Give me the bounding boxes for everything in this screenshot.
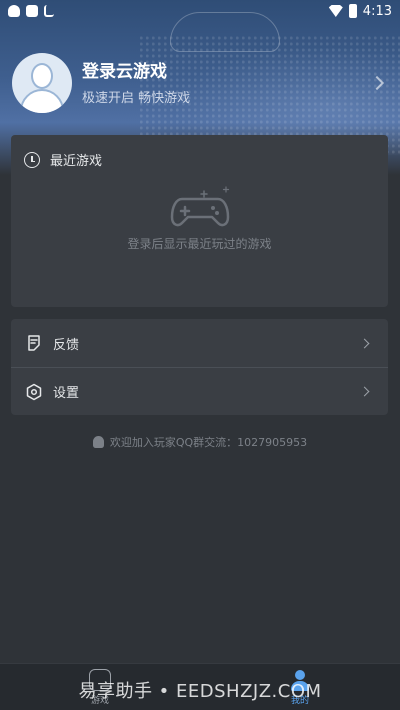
avatar[interactable]: [12, 53, 72, 113]
menu-item-settings[interactable]: 设置: [11, 367, 388, 415]
status-time: 4:13: [362, 3, 392, 19]
menu-item-label: 设置: [53, 386, 80, 401]
wifi-icon: [328, 5, 343, 17]
qq-group-text: 欢迎加入玩家QQ群交流：1027905953: [109, 436, 308, 449]
recent-games-empty-text: 登录后显示最近玩过的游戏: [127, 237, 272, 251]
gamepad-icon: [170, 185, 229, 227]
status-bar: 4:13: [0, 0, 400, 22]
clock-icon: [24, 151, 40, 168]
menu-item-feedback[interactable]: 反馈: [11, 319, 388, 367]
game-icon: [89, 668, 111, 691]
battery-icon: [348, 4, 357, 18]
tab-profile[interactable]: 我的: [200, 664, 400, 710]
notification-icon: [26, 5, 38, 17]
recent-games-card: 最近游戏 登录后显示最近玩过的游戏: [11, 135, 388, 307]
tab-games[interactable]: 游戏: [0, 664, 200, 710]
login-title: 登录云游戏: [82, 62, 167, 82]
recent-games-empty-state: 登录后显示最近玩过的游戏: [11, 185, 388, 252]
bottom-navigation: 游戏 我的: [0, 663, 400, 710]
qq-icon: [92, 436, 104, 448]
chevron-right-icon: [369, 75, 385, 91]
tab-games-label: 游戏: [90, 695, 109, 706]
qq-group-info: 欢迎加入玩家QQ群交流：1027905953: [0, 434, 400, 450]
tab-profile-label: 我的: [290, 695, 309, 706]
feedback-icon: [25, 334, 43, 352]
settings-icon: [25, 383, 43, 401]
login-subtitle: 极速开启 畅快游戏: [82, 91, 191, 106]
menu-item-label: 反馈: [53, 337, 80, 353]
chevron-right-icon: [359, 386, 370, 397]
menu-card: 反馈 设置: [11, 319, 388, 415]
chevron-right-icon: [359, 338, 370, 348]
login-profile-row[interactable]: 登录云游戏 极速开启 畅快游戏: [12, 49, 388, 117]
qq-notification-icon: [8, 5, 20, 17]
profile-icon: [289, 669, 311, 691]
recent-games-title: 最近游戏: [50, 154, 103, 169]
download-icon: [44, 5, 54, 17]
